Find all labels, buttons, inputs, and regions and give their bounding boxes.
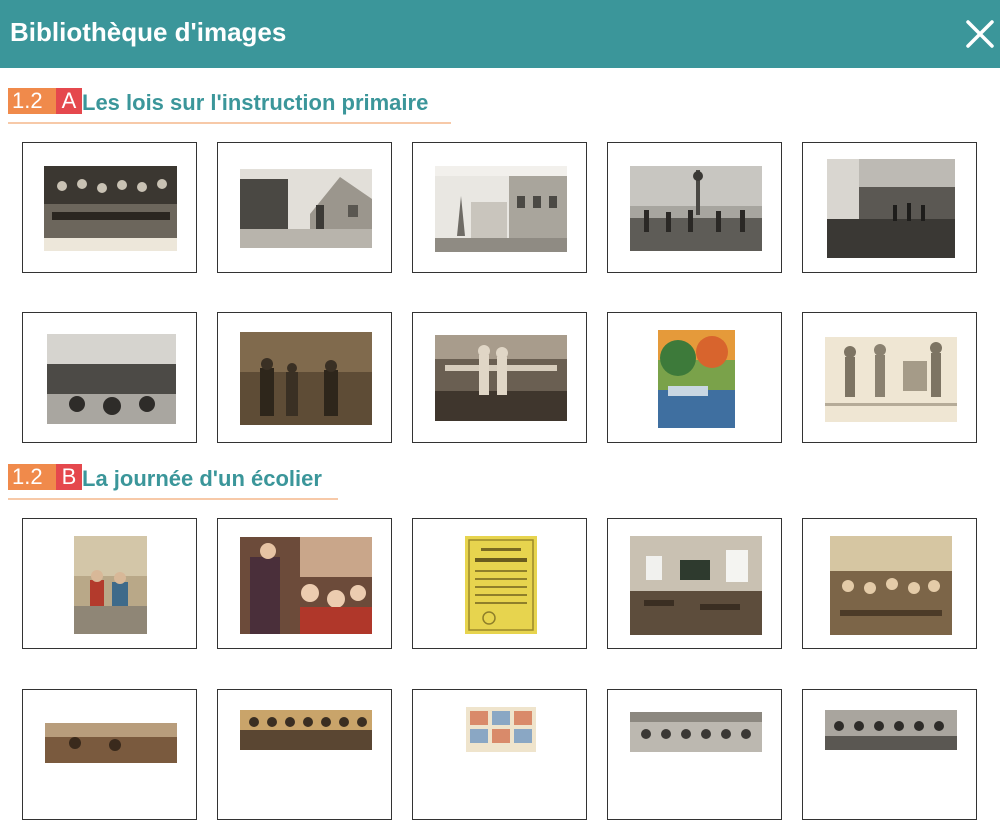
image-thumbnail-landscape-painting[interactable] xyxy=(607,312,782,443)
village-street-postcard-image xyxy=(240,169,372,248)
farm-scene-photo-image xyxy=(827,159,955,258)
illustration-drawing-image xyxy=(825,337,957,422)
section-number-badge: 1.2 xyxy=(8,88,56,114)
image-thumbnail-comic-poster[interactable] xyxy=(412,689,587,820)
classroom-painting-image xyxy=(830,536,952,635)
section-heading-a: 1.2 A Les lois sur l'instruction primair… xyxy=(8,88,451,124)
section-letter-badge: A xyxy=(56,88,82,114)
image-thumbnail-children-painting[interactable] xyxy=(22,518,197,649)
image-thumbnail-classroom-painting[interactable] xyxy=(802,518,977,649)
image-thumbnail-crowd-gathering-photo[interactable] xyxy=(607,142,782,273)
old-classroom-photo-image xyxy=(630,536,762,635)
image-thumbnail-miners-photo[interactable] xyxy=(217,312,392,443)
teacher-painting-image xyxy=(240,537,372,634)
landscape-painting-image xyxy=(658,330,735,428)
image-thumbnail-textile-mill-photo[interactable] xyxy=(412,312,587,443)
image-thumbnail-class-group-photo[interactable] xyxy=(217,689,392,820)
image-thumbnail-school-group-photo-2[interactable] xyxy=(802,689,977,820)
section-title: La journée d'un écolier xyxy=(82,466,322,491)
image-thumbnail-classroom-photo[interactable] xyxy=(22,142,197,273)
section-letter-badge: B xyxy=(56,464,82,490)
school-group-photo-2-image xyxy=(825,710,957,750)
image-thumbnail-school-group-photo-1[interactable] xyxy=(607,689,782,820)
workshop-photo-image xyxy=(47,334,176,424)
image-thumbnail-village-street-postcard[interactable] xyxy=(217,142,392,273)
image-thumbnail-illustration-drawing[interactable] xyxy=(802,312,977,443)
children-painting-image xyxy=(74,536,147,634)
certificate-document-image xyxy=(465,536,537,634)
image-thumbnail-teacher-painting[interactable] xyxy=(217,518,392,649)
textile-mill-photo-image xyxy=(435,335,567,421)
town-square-postcard-image xyxy=(435,166,567,252)
school-group-photo-1-image xyxy=(630,712,762,752)
close-icon xyxy=(966,20,994,48)
school-canteen-photo-image xyxy=(45,723,177,763)
comic-poster-image xyxy=(466,707,536,752)
image-thumbnail-certificate-document[interactable] xyxy=(412,518,587,649)
app-header: Bibliothèque d'images xyxy=(0,0,1000,68)
page-title: Bibliothèque d'images xyxy=(10,17,287,47)
image-thumbnail-farm-scene-photo[interactable] xyxy=(802,142,977,273)
image-thumbnail-school-canteen-photo[interactable] xyxy=(22,689,197,820)
image-thumbnail-old-classroom-photo[interactable] xyxy=(607,518,782,649)
section-heading-b: 1.2 B La journée d'un écolier xyxy=(8,464,338,500)
close-button[interactable] xyxy=(960,14,1000,54)
class-group-photo-image xyxy=(240,710,372,750)
image-thumbnail-town-square-postcard[interactable] xyxy=(412,142,587,273)
section-title: Les lois sur l'instruction primaire xyxy=(82,90,429,115)
crowd-gathering-photo-image xyxy=(630,166,762,251)
classroom-photo-image xyxy=(44,166,177,251)
miners-photo-image xyxy=(240,332,372,425)
image-thumbnail-workshop-photo[interactable] xyxy=(22,312,197,443)
section-number-badge: 1.2 xyxy=(8,464,56,490)
